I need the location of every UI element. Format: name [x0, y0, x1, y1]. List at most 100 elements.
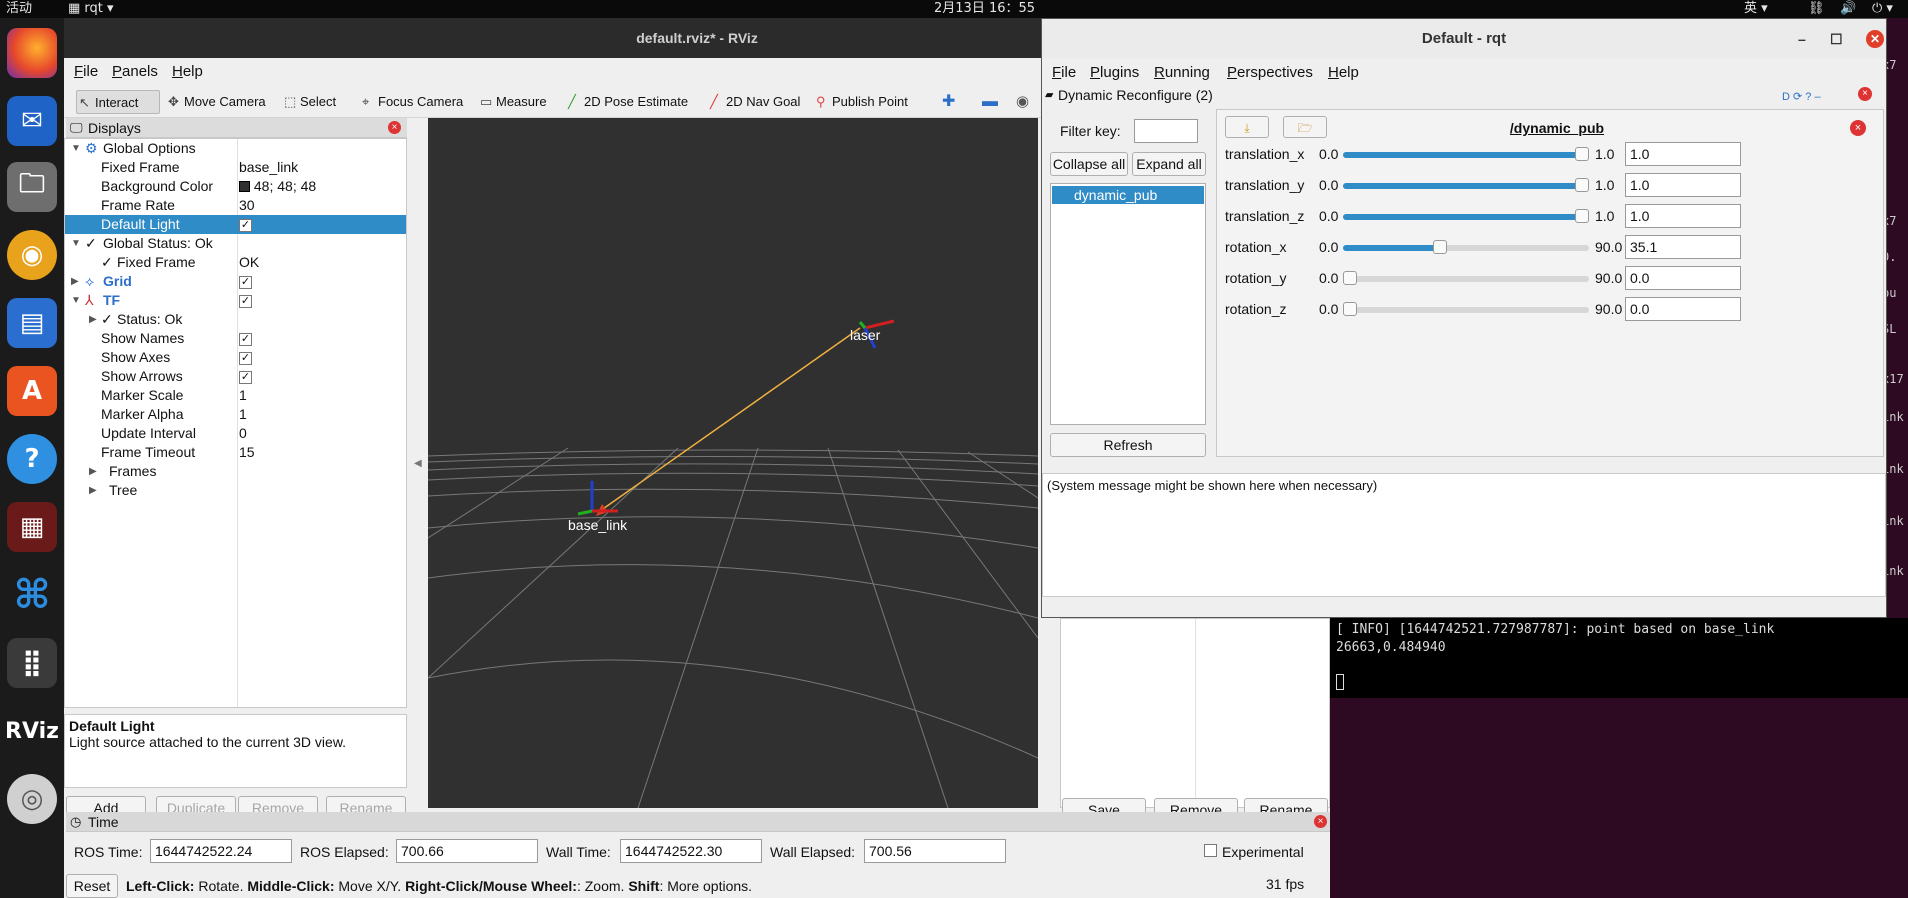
- close-icon[interactable]: ✕: [1866, 30, 1884, 48]
- param-slider[interactable]: [1343, 178, 1589, 192]
- rhythmbox-icon[interactable]: ◉: [7, 230, 57, 280]
- 3d-view[interactable]: laser base_link: [428, 118, 1038, 808]
- terminal-app-icon[interactable]: ▦: [7, 502, 57, 552]
- param-value-input[interactable]: 0.0: [1625, 297, 1741, 321]
- software-center-icon[interactable]: A: [7, 366, 57, 416]
- interact-tool[interactable]: ↖ Interact: [76, 90, 160, 114]
- tree-row-selected[interactable]: Default Light ✓: [65, 215, 406, 234]
- slider-handle[interactable]: [1575, 147, 1589, 161]
- thunderbird-icon[interactable]: ✉: [7, 96, 57, 146]
- param-slider[interactable]: [1343, 302, 1589, 316]
- tree-row[interactable]: Fixed Frame base_link: [65, 158, 406, 177]
- refresh-button[interactable]: Refresh: [1050, 433, 1206, 457]
- tree-row[interactable]: ▼ ⚙ Global Options: [65, 139, 406, 158]
- close-icon[interactable]: ×: [1858, 87, 1872, 101]
- menu-panels[interactable]: Panels: [112, 63, 158, 80]
- param-value-input[interactable]: 1.0: [1625, 142, 1741, 166]
- eye-icon[interactable]: ◉: [1016, 90, 1029, 114]
- volume-icon[interactable]: 🔊: [1840, 0, 1856, 18]
- ros-elapsed-field[interactable]: 700.66: [396, 839, 538, 863]
- param-value-input[interactable]: 0.0: [1625, 266, 1741, 290]
- slider-handle[interactable]: [1343, 302, 1357, 316]
- param-value-input[interactable]: 35.1: [1625, 235, 1741, 259]
- tree-row[interactable]: Marker Alpha 1: [65, 405, 406, 424]
- measure-tool[interactable]: ▭ Measure: [478, 90, 547, 114]
- tree-value[interactable]: 15: [239, 443, 255, 462]
- tree-row[interactable]: Update Interval 0: [65, 424, 406, 443]
- checkbox[interactable]: ✓: [239, 332, 252, 346]
- tree-value[interactable]: 0: [239, 424, 247, 443]
- tree-row[interactable]: ✓ Fixed Frame OK: [65, 253, 406, 272]
- checkbox[interactable]: ✓: [239, 370, 252, 384]
- param-slider[interactable]: [1343, 209, 1589, 223]
- param-value-input[interactable]: 1.0: [1625, 204, 1741, 228]
- checkbox[interactable]: ✓: [239, 294, 252, 308]
- minimize-icon[interactable]: –: [1798, 19, 1806, 59]
- slider-handle[interactable]: [1575, 209, 1589, 223]
- nav-goal-tool[interactable]: ╱ 2D Nav Goal: [708, 90, 800, 114]
- reset-button[interactable]: Reset: [66, 874, 118, 898]
- checkbox[interactable]: ✓: [239, 351, 252, 365]
- tree-row[interactable]: ▶ Tree: [65, 481, 406, 500]
- tree-row[interactable]: Background Color 48; 48; 48: [65, 177, 406, 196]
- param-value-input[interactable]: 1.0: [1625, 173, 1741, 197]
- param-slider[interactable]: [1343, 147, 1589, 161]
- dvd-icon[interactable]: ◎: [7, 774, 57, 824]
- tree-row[interactable]: ▶ ⟡ Grid ✓: [65, 272, 406, 291]
- slider-handle[interactable]: [1343, 271, 1357, 285]
- color-value[interactable]: 48; 48; 48: [239, 177, 316, 196]
- focus-camera-tool[interactable]: ⌖ Focus Camera: [360, 90, 463, 114]
- maximize-icon[interactable]: ☐: [1830, 19, 1843, 59]
- checkbox[interactable]: ✓: [239, 275, 252, 289]
- menu-plugins[interactable]: Plugins: [1090, 64, 1139, 81]
- param-slider[interactable]: [1343, 240, 1589, 254]
- activities-button[interactable]: 活动: [6, 0, 32, 18]
- add-tool-icon[interactable]: ✚: [942, 90, 955, 114]
- app-grid-icon[interactable]: ⣿: [7, 638, 57, 688]
- experimental-checkbox[interactable]: [1204, 844, 1217, 857]
- menu-help[interactable]: Help: [172, 63, 203, 80]
- collapse-all-button[interactable]: Collapse all: [1050, 152, 1128, 176]
- slider-handle[interactable]: [1575, 178, 1589, 192]
- checkbox[interactable]: ✓: [239, 218, 252, 232]
- files-icon[interactable]: 🗀: [7, 162, 57, 212]
- tree-row[interactable]: ▶ ✓ Status: Ok: [65, 310, 406, 329]
- tree-row[interactable]: Marker Scale 1: [65, 386, 406, 405]
- tree-row[interactable]: ▼ ✓ Global Status: Ok: [65, 234, 406, 253]
- menu-help[interactable]: Help: [1328, 64, 1359, 81]
- vscode-icon[interactable]: ⌘: [7, 570, 57, 620]
- expand-all-button[interactable]: Expand all: [1132, 152, 1206, 176]
- power-icon[interactable]: ⏻ ▾: [1872, 0, 1893, 18]
- help-icon[interactable]: ?: [7, 434, 57, 484]
- tree-row[interactable]: Show Axes ✓: [65, 348, 406, 367]
- input-method[interactable]: 英 ▾: [1744, 0, 1768, 18]
- move-camera-tool[interactable]: ✥ Move Camera: [166, 90, 266, 114]
- rqt-title-bar[interactable]: Default - rqt – ☐ ✕: [1042, 19, 1886, 59]
- ros-time-field[interactable]: 1644742522.24: [150, 839, 292, 863]
- tree-value[interactable]: 30: [239, 196, 255, 215]
- close-icon[interactable]: ×: [1314, 815, 1327, 828]
- node-list-item[interactable]: dynamic_pub: [1052, 186, 1204, 204]
- tree-row[interactable]: ▶ Frames: [65, 462, 406, 481]
- menu-perspectives[interactable]: Perspectives: [1227, 64, 1313, 81]
- wall-time-field[interactable]: 1644742522.30: [620, 839, 762, 863]
- tree-value[interactable]: base_link: [239, 158, 298, 177]
- collapse-handle[interactable]: ◀: [414, 458, 422, 469]
- load-icon[interactable]: ⤓: [1225, 116, 1269, 138]
- slider-handle[interactable]: [1433, 240, 1448, 254]
- writer-icon[interactable]: ▤: [7, 298, 57, 348]
- tree-row[interactable]: Show Names ✓: [65, 329, 406, 348]
- pose-estimate-tool[interactable]: ╱ 2D Pose Estimate: [566, 90, 688, 114]
- remove-tool-icon[interactable]: ▬: [982, 90, 998, 114]
- tree-value[interactable]: 1: [239, 386, 247, 405]
- network-icon[interactable]: ⛓: [1808, 0, 1825, 18]
- select-tool[interactable]: ⬚ Select: [282, 90, 336, 114]
- close-icon[interactable]: ×: [1850, 120, 1866, 136]
- param-slider[interactable]: [1343, 271, 1589, 285]
- tree-row[interactable]: Show Arrows ✓: [65, 367, 406, 386]
- wall-elapsed-field[interactable]: 700.56: [864, 839, 1006, 863]
- menu-file[interactable]: File: [74, 63, 98, 80]
- firefox-icon[interactable]: [7, 28, 57, 78]
- menu-file[interactable]: File: [1052, 64, 1076, 81]
- publish-point-tool[interactable]: ⚲ Publish Point: [814, 90, 908, 114]
